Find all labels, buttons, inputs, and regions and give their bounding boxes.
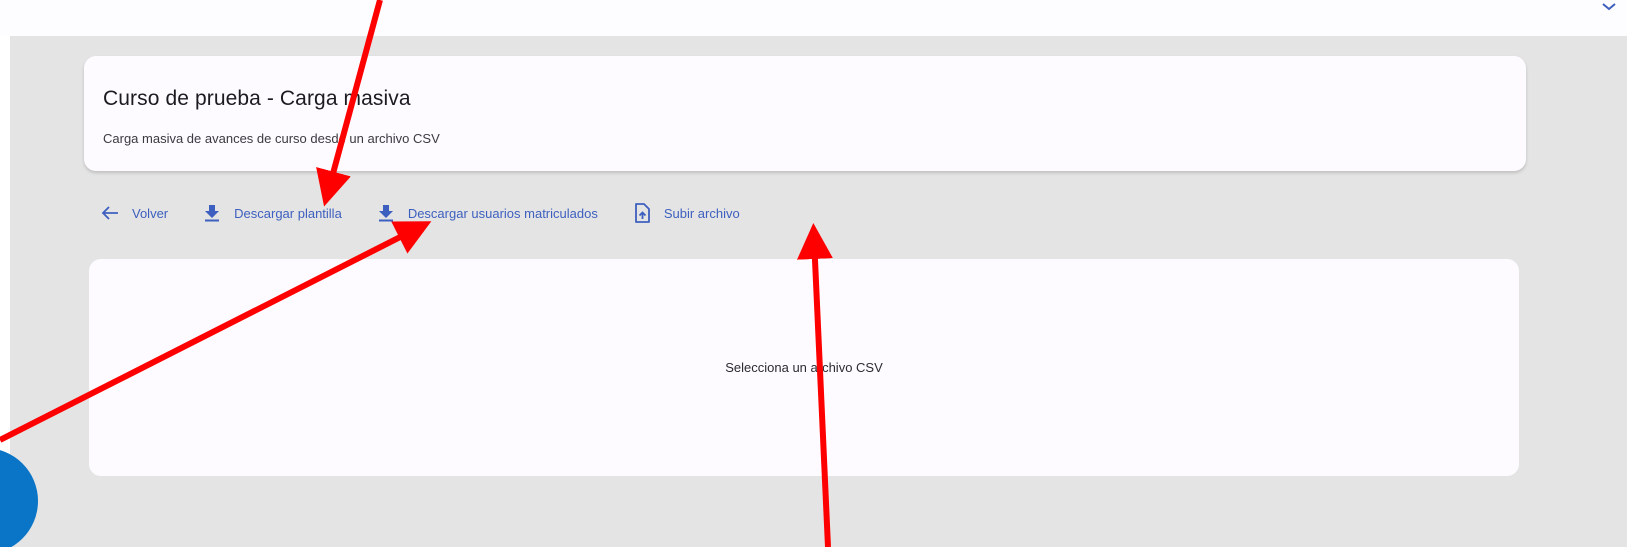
top-bar (0, 0, 1627, 36)
upload-file-label: Subir archivo (663, 205, 740, 221)
arrow-left-icon (100, 203, 120, 223)
chevron-down-icon[interactable] (1597, 0, 1621, 14)
download-icon (376, 203, 396, 223)
page-subtitle: Carga masiva de avances de curso desde u… (103, 131, 440, 146)
download-template-button[interactable]: Descargar plantilla (202, 203, 342, 223)
upload-file-button[interactable]: Subir archivo (632, 203, 740, 223)
download-users-button[interactable]: Descargar usuarios matriculados (376, 203, 598, 223)
csv-drop-zone[interactable]: Selecciona un archivo CSV (89, 259, 1519, 476)
file-upload-icon (632, 203, 652, 223)
action-toolbar: Volver Descargar plantilla Descargar usu… (100, 201, 740, 225)
back-button[interactable]: Volver (100, 203, 168, 223)
back-button-label: Volver (132, 205, 169, 221)
drop-zone-message: Selecciona un archivo CSV (725, 360, 883, 375)
page-title: Curso de prueba - Carga masiva (103, 87, 411, 110)
download-users-label: Descargar usuarios matriculados (407, 205, 598, 221)
download-template-label: Descargar plantilla (234, 205, 342, 221)
download-icon (202, 203, 222, 223)
header-card: Curso de prueba - Carga masiva Carga mas… (84, 56, 1526, 171)
